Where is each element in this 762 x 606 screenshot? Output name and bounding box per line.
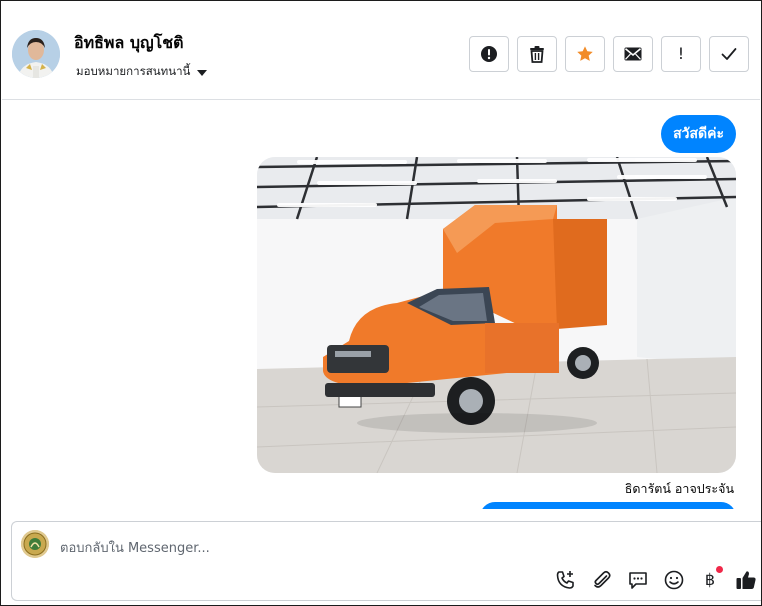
- attach-file-button[interactable]: [591, 569, 613, 591]
- composer-toolbar: ฿: [555, 566, 757, 591]
- assign-conversation-dropdown[interactable]: มอบหมายการสนทนานี้: [76, 63, 208, 81]
- contact-avatar[interactable]: [12, 30, 60, 78]
- messenger-conversation-window: อิทธิพล บุญโชติ มอบหมายการสนทนานี้ ! สวั…: [0, 0, 762, 606]
- baht-icon: ฿: [704, 570, 716, 589]
- header-actions: !: [469, 36, 749, 72]
- mark-spam-button[interactable]: [469, 36, 509, 72]
- assign-conversation-label: มอบหมายการสนทนานี้: [76, 64, 191, 78]
- caret-down-icon: [197, 69, 208, 76]
- sender-name: ธิดารัตน์ อาจประจัน: [624, 481, 734, 496]
- message-list[interactable]: สวัสดีค่ะ ธิดารัตน์ อาจประจัน: [2, 101, 760, 509]
- star-icon: [577, 46, 593, 61]
- emoji-button[interactable]: [663, 569, 685, 591]
- saved-replies-button[interactable]: [627, 569, 649, 591]
- chat-bubble-icon: [629, 572, 647, 589]
- reply-input[interactable]: ตอบกลับใน Messenger...: [60, 537, 210, 558]
- page-avatar: [21, 530, 49, 558]
- reply-composer: ตอบกลับใน Messenger... ฿: [11, 521, 761, 601]
- star-conversation-button[interactable]: [565, 36, 605, 72]
- paperclip-icon: [594, 570, 611, 588]
- like-button[interactable]: [735, 569, 757, 591]
- call-add-icon: [556, 571, 574, 589]
- follow-up-button[interactable]: !: [661, 36, 701, 72]
- mark-done-button[interactable]: [709, 36, 749, 72]
- notification-dot: [716, 566, 723, 573]
- message-bubble-partial[interactable]: [480, 502, 736, 509]
- delete-conversation-button[interactable]: [517, 36, 557, 72]
- message-bubble-greeting[interactable]: สวัสดีค่ะ: [661, 115, 736, 153]
- conversation-header: อิทธิพล บุญโชติ มอบหมายการสนทนานี้ !: [2, 2, 760, 100]
- exclamation-icon: !: [677, 44, 685, 63]
- payment-button[interactable]: ฿: [699, 566, 723, 591]
- alert-circle-icon: [481, 46, 497, 62]
- emoji-icon: [664, 570, 684, 590]
- message-image[interactable]: [257, 157, 736, 473]
- thumbs-up-icon: [736, 571, 756, 589]
- envelope-icon: [624, 47, 642, 61]
- call-button[interactable]: [555, 569, 577, 591]
- mark-unread-button[interactable]: [613, 36, 653, 72]
- checkmark-icon: [721, 48, 737, 60]
- contact-name[interactable]: อิทธิพล บุญโชติ: [74, 31, 183, 56]
- trash-icon: [530, 46, 544, 63]
